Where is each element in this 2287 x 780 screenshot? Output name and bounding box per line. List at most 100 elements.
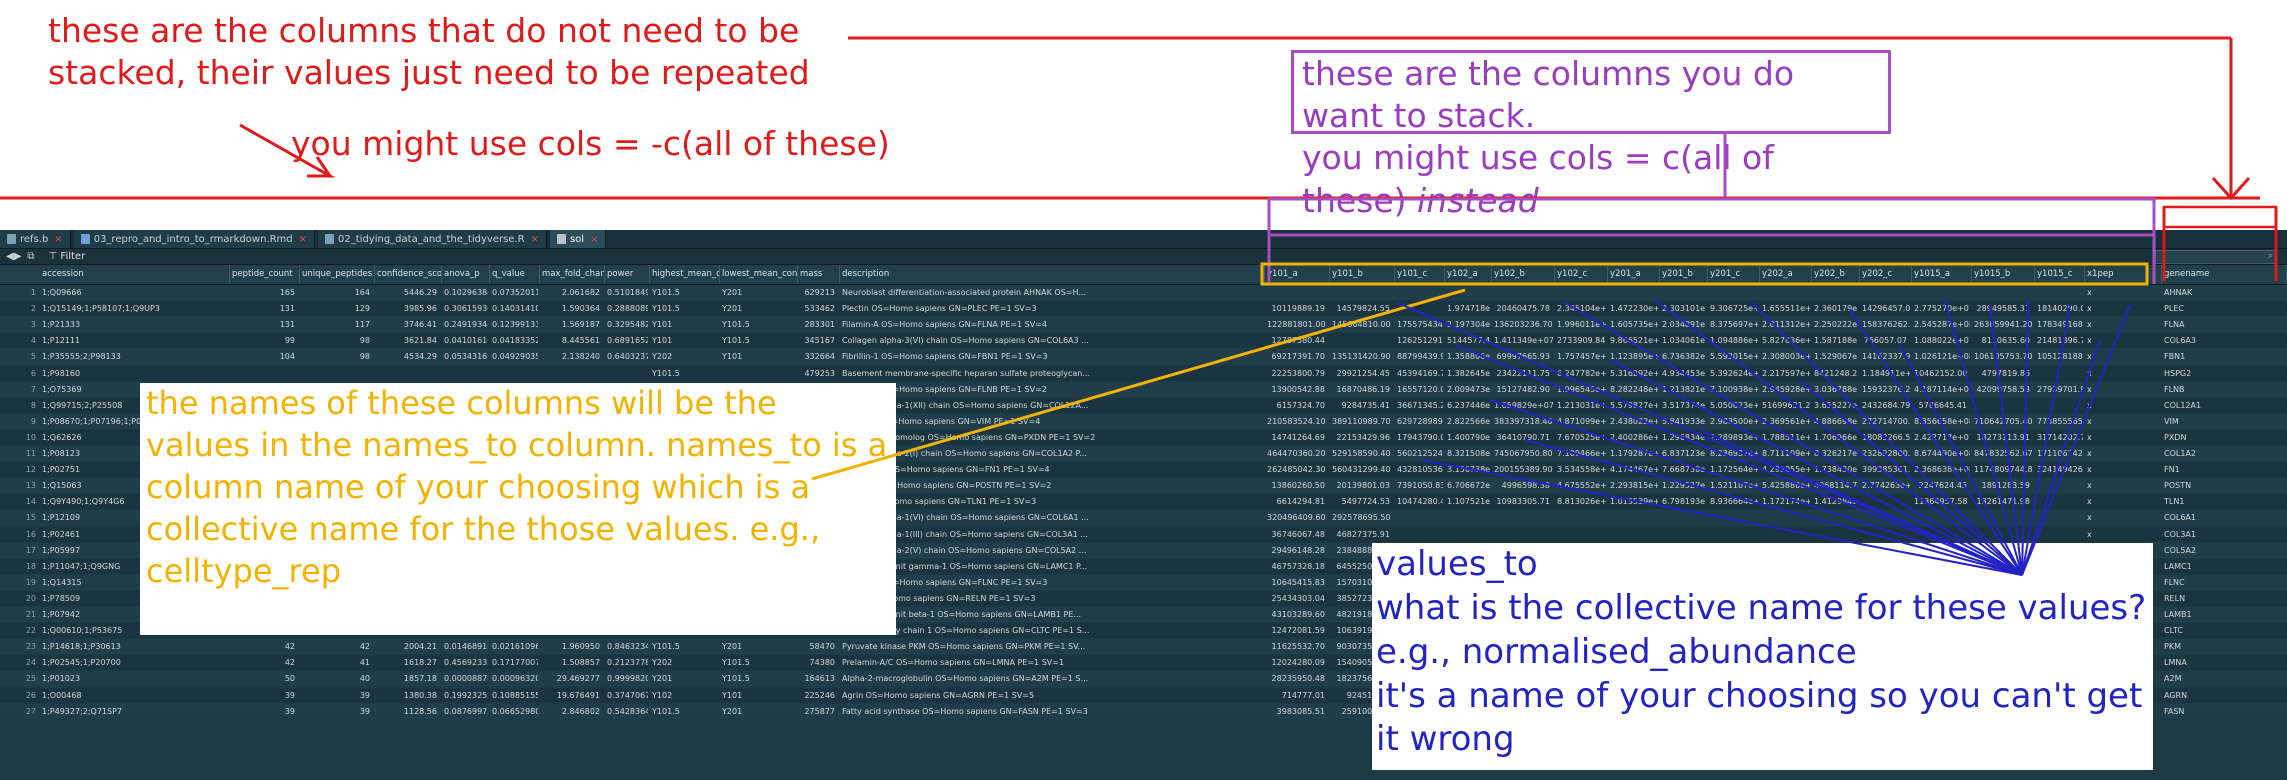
column-header-y1015-b[interactable]: y1015_b xyxy=(1972,265,2035,284)
column-header-max-fold-change[interactable]: max_fold_change xyxy=(540,265,605,284)
column-header-y202-c[interactable]: y202_c xyxy=(1860,265,1912,284)
column-header-genename[interactable]: genename xyxy=(2162,265,2287,284)
column-header-peptide-count[interactable]: peptide_count xyxy=(230,265,300,284)
table-cell: 28235950.48 xyxy=(1271,674,1325,684)
column-header-x1pep[interactable]: x1pep xyxy=(2085,265,2162,284)
table-cell: LAMC1 xyxy=(2164,561,2192,571)
table-cell: 5786645.41 xyxy=(1918,400,1967,410)
column-header-y102-c[interactable]: y102_c xyxy=(1555,265,1608,284)
column-header-y101-a[interactable]: y101_a xyxy=(1265,265,1330,284)
table-cell: 6.837123e+08 xyxy=(1662,449,1706,458)
column-header-lowest-mean-condition[interactable]: lowest_mean_condition xyxy=(720,265,798,284)
row-number: 16 xyxy=(25,529,36,539)
table-cell: 69997665.93 xyxy=(1496,352,1550,362)
table-cell: A2M xyxy=(2164,674,2182,684)
column-header-y201-a[interactable]: y201_a xyxy=(1608,265,1660,284)
column-header-highest-mean-condition[interactable]: highest_mean_condition xyxy=(650,265,720,284)
row-number: 9 xyxy=(30,416,36,426)
column-header-anova-p[interactable]: anova_p xyxy=(442,265,490,284)
table-cell: 0.68916522 xyxy=(607,336,648,346)
table-cell: 1;P21333 xyxy=(42,320,81,330)
table-cell: PXDN xyxy=(2164,432,2187,442)
rmd-file-icon xyxy=(80,234,90,244)
column-header-y101-c[interactable]: y101_c xyxy=(1395,265,1445,284)
column-header-confidence-score[interactable]: confidence_score xyxy=(375,265,442,284)
table-cell: 17943790.07 xyxy=(1397,432,1443,442)
close-icon[interactable]: × xyxy=(299,234,307,245)
close-icon[interactable]: × xyxy=(590,234,598,245)
table-cell: Y201 xyxy=(722,288,743,297)
table-row: 1 1;Q09666 165 164 5446.29 0.102963849 0.07352… xyxy=(0,285,2287,300)
tab-1[interactable]: 03_repro_and_intro_to_rmarkdown.Rmd × xyxy=(73,230,316,248)
tab-2[interactable]: 02_tidying_data_and_the_tidyverse.R × xyxy=(318,230,547,248)
table-cell: 13900542.88 xyxy=(1271,384,1325,394)
table-cell: 29.469277 xyxy=(556,674,600,684)
column-header-y201-c[interactable]: y201_c xyxy=(1708,265,1760,284)
column-header-accession[interactable]: accession xyxy=(40,265,230,284)
column-header-y1015-c[interactable]: y1015_c xyxy=(2035,265,2085,284)
close-icon[interactable]: × xyxy=(54,234,62,245)
row-number: 1 xyxy=(30,288,36,297)
column-header-y1015-a[interactable]: y1015_a xyxy=(1912,265,1972,284)
table-cell: 1;P12111 xyxy=(42,336,81,346)
tab-3[interactable]: sol × xyxy=(549,230,607,248)
table-cell xyxy=(2037,398,2083,413)
table-cell: 2.360179e+07 xyxy=(1814,304,1858,314)
table-cell: 145664810.00 xyxy=(1332,320,1391,330)
table-cell: 5446.29 xyxy=(403,288,437,297)
table-cell: 3.517374e+07 xyxy=(1662,400,1706,410)
table-cell: Y202 xyxy=(652,658,673,668)
table-cell: 7.100938e+06 xyxy=(1710,384,1758,394)
popout-icon[interactable]: ⧉ xyxy=(27,251,34,262)
table-cell: HSPG2 xyxy=(2164,368,2192,378)
table-cell: 0.306159306 xyxy=(444,304,488,314)
column-header-y201-b[interactable]: y201_b xyxy=(1660,265,1708,284)
table-cell xyxy=(1974,510,2033,525)
table-cell: Y202 xyxy=(652,352,673,362)
table-search-input[interactable]: ⌕ xyxy=(2155,250,2277,264)
column-header-power[interactable]: power xyxy=(605,265,650,284)
back-arrow-icon[interactable]: ◀▶ xyxy=(6,251,21,262)
table-row: 5 1;P35555;2;P98133 104 98 4534.29 0.05343163… xyxy=(0,349,2287,365)
table-cell: 13860260.50 xyxy=(1271,481,1325,491)
filter-button[interactable]: ⊤ Filter xyxy=(49,251,86,262)
table-cell: 275877 xyxy=(804,706,835,716)
table-cell: 4.675552e+06 xyxy=(1557,481,1606,491)
tab-0[interactable]: refs.b × xyxy=(0,230,71,248)
table-cell xyxy=(1557,510,1606,525)
table-cell: 1.605735e+08 xyxy=(1610,320,1658,330)
table-cell: 106105753.70 xyxy=(1974,352,2033,362)
table-cell: 12024280.09 xyxy=(1271,658,1325,668)
table-cell: 4.871099e+08 xyxy=(1557,416,1606,426)
column-header-mass[interactable]: mass xyxy=(798,265,840,284)
column-header-y101-b[interactable]: y101_b xyxy=(1330,265,1395,284)
column-header-description[interactable]: description xyxy=(840,265,1265,284)
column-header-y102-a[interactable]: y102_a xyxy=(1445,265,1492,284)
table-row: 4 1;P12111 99 98 3621.84 0.041016161 0.0418335… xyxy=(0,333,2287,349)
table-cell: Plectin OS=Homo sapiens GN=PLEC PE=1 SV=… xyxy=(842,304,1037,314)
table-cell: 6157324.70 xyxy=(1276,400,1325,410)
search-icon: ⌕ xyxy=(2267,251,2273,261)
table-cell: 332664 xyxy=(804,352,835,362)
table-cell: PKM xyxy=(2164,642,2181,652)
table-cell xyxy=(1557,527,1606,542)
table-cell: 41 xyxy=(359,658,370,668)
table-cell: 5497724.53 xyxy=(1341,497,1390,507)
table-cell: 1.508857 xyxy=(561,658,600,668)
table-cell xyxy=(1862,494,1910,509)
table-cell: 1;Q09666 xyxy=(42,288,82,297)
column-header-y202-b[interactable]: y202_b xyxy=(1812,265,1860,284)
table-cell: Y201 xyxy=(722,706,743,716)
table-cell: 0.456923337 xyxy=(444,658,488,668)
close-icon[interactable]: × xyxy=(531,234,539,245)
table-cell: 3983085.51 xyxy=(1276,706,1325,716)
column-header-y202-a[interactable]: y202_a xyxy=(1760,265,1812,284)
table-cell: 533462 xyxy=(804,304,835,314)
column-header-unique-peptides[interactable]: unique_peptides xyxy=(300,265,375,284)
table-cell: 74380 xyxy=(809,658,835,668)
table-cell: Laminin subunit beta-1 OS=Homo sapiens G… xyxy=(842,610,1082,619)
table-cell: 14162337.90 xyxy=(1862,352,1910,362)
column-header-q-value[interactable]: q_value xyxy=(490,265,540,284)
column-header-y102-b[interactable]: y102_b xyxy=(1492,265,1555,284)
table-cell: x xyxy=(2087,497,2092,507)
